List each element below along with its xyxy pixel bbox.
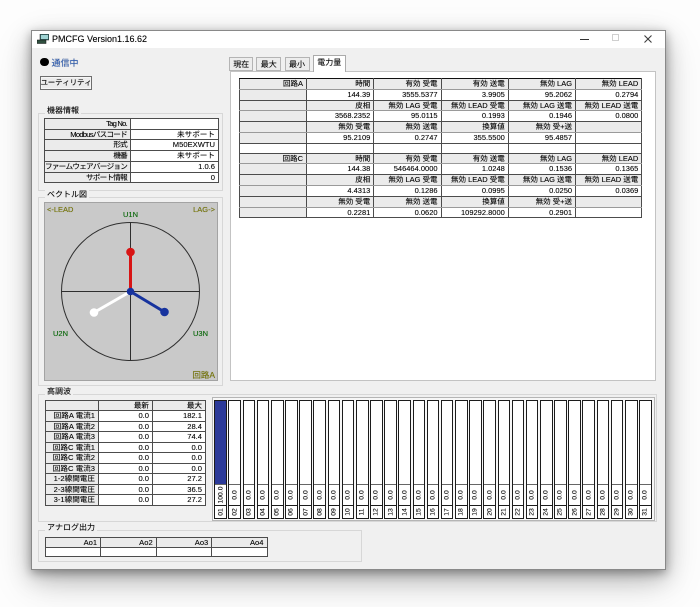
svg-text:<-LEAD: <-LEAD [47,205,74,214]
svg-text:U3N: U3N [193,329,208,338]
svg-text:回路A: 回路A [192,370,215,380]
svg-text:U2N: U2N [53,329,68,338]
svg-text:U1N: U1N [123,210,138,219]
svg-text:LAG->: LAG-> [193,205,216,214]
